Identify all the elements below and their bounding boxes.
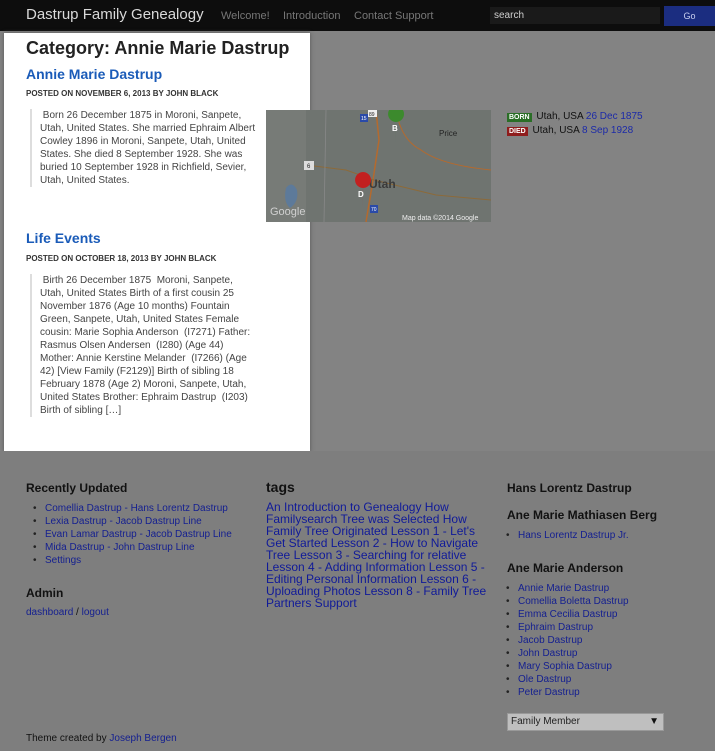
page-title: Category: Annie Marie Dastrup — [26, 38, 290, 58]
admin-separator: / — [76, 607, 79, 618]
tag-cloud[interactable]: An Introduction to Genealogy How Familys… — [266, 501, 494, 609]
list-item[interactable]: Ole Dastrup — [499, 673, 629, 686]
post-title-link[interactable]: Life Events — [26, 230, 101, 246]
post-excerpt: Birth 26 December 1875 Moroni, Sanpete, … — [30, 274, 256, 417]
list-item[interactable]: Settings — [26, 554, 232, 567]
select-value: Family Member — [511, 716, 580, 727]
admin-links: dashboard / logout — [26, 607, 109, 618]
family-list: Hans Lorentz Dastrup Jr. — [499, 529, 629, 542]
event-map[interactable]: 89 15 6 70 Price Utah B D Google Map dat… — [266, 110, 491, 222]
list-item[interactable]: Mary Sophia Dastrup — [499, 660, 629, 673]
search-go-button[interactable]: Go — [664, 6, 715, 26]
map-label-price: Price — [439, 129, 458, 138]
died-place: Utah, USA — [532, 125, 580, 136]
logout-link[interactable]: logout — [82, 607, 109, 618]
list-item[interactable]: Comellia Boletta Dastrup — [499, 595, 629, 608]
svg-text:89: 89 — [369, 112, 375, 118]
map-label-utah: Utah — [369, 177, 396, 191]
recently-updated-heading: Recently Updated — [26, 481, 128, 495]
google-logo: Google — [270, 206, 305, 218]
svg-text:15: 15 — [361, 116, 367, 122]
search-input[interactable]: search — [490, 7, 660, 24]
map-graphic: 89 15 6 70 Price Utah B D Google Map dat… — [266, 110, 491, 222]
list-item[interactable]: Comellia Dastrup - Hans Lorentz Dastrup — [26, 502, 232, 515]
born-badge: BORN — [507, 113, 532, 122]
died-badge: DIED — [507, 127, 528, 136]
post-title-link[interactable]: Annie Marie Dastrup — [26, 66, 162, 82]
list-item[interactable]: Ephraim Dastrup — [499, 621, 629, 634]
family-heading: Ane Marie Anderson — [507, 561, 624, 575]
dropdown-arrow-icon: ▼ — [649, 716, 659, 727]
family-heading: Ane Marie Mathiasen Berg — [507, 508, 658, 522]
dashboard-link[interactable]: dashboard — [26, 607, 73, 618]
post-meta: POSTED ON NOVEMBER 6, 2013 BY JOHN BLACK — [26, 89, 219, 98]
list-item[interactable]: Hans Lorentz Dastrup Jr. — [499, 529, 629, 542]
nav-contact-support[interactable]: Contact Support — [354, 10, 434, 22]
family-list: Annie Marie Dastrup Comellia Boletta Das… — [499, 582, 629, 699]
top-navigation-bar: Dastrup Family Genealogy Welcome! Introd… — [0, 0, 715, 31]
nav-introduction[interactable]: Introduction — [283, 10, 340, 22]
svg-text:70: 70 — [371, 207, 377, 213]
theme-credit: Theme created by Joseph Bergen — [26, 733, 177, 744]
died-event: DIED Utah, USA 8 Sep 1928 — [507, 125, 633, 136]
nav-welcome[interactable]: Welcome! — [221, 10, 270, 22]
credit-text: Theme created by — [26, 733, 107, 744]
list-item[interactable]: Jacob Dastrup — [499, 634, 629, 647]
theme-author-link[interactable]: Joseph Bergen — [109, 733, 176, 744]
list-item[interactable]: Lexia Dastrup - Jacob Dastrup Line — [26, 515, 232, 528]
recently-updated-list: Comellia Dastrup - Hans Lorentz Dastrup … — [26, 502, 232, 567]
list-item[interactable]: Peter Dastrup — [499, 686, 629, 699]
list-item[interactable]: John Dastrup — [499, 647, 629, 660]
tags-heading: tags — [266, 479, 295, 495]
svg-text:B: B — [392, 124, 398, 133]
family-heading: Hans Lorentz Dastrup — [507, 481, 632, 495]
post-meta: POSTED ON OCTOBER 18, 2013 BY JOHN BLACK — [26, 254, 217, 263]
list-item[interactable]: Annie Marie Dastrup — [499, 582, 629, 595]
list-item[interactable]: Mida Dastrup - John Dastrup Line — [26, 541, 232, 554]
svg-text:D: D — [358, 190, 364, 199]
map-attribution: Map data ©2014 Google — [402, 214, 478, 222]
born-date-link[interactable]: 26 Dec 1875 — [586, 111, 643, 122]
died-date-link[interactable]: 8 Sep 1928 — [582, 125, 633, 136]
list-item[interactable]: Evan Lamar Dastrup - Jacob Dastrup Line — [26, 528, 232, 541]
family-member-select[interactable]: Family Member ▼ — [507, 713, 664, 731]
list-item[interactable]: Emma Cecilia Dastrup — [499, 608, 629, 621]
born-event: BORN Utah, USA 26 Dec 1875 — [507, 111, 643, 122]
admin-heading: Admin — [26, 586, 64, 600]
post-excerpt: Born 26 December 1875 in Moroni, Sanpete… — [30, 109, 256, 187]
site-title[interactable]: Dastrup Family Genealogy — [26, 6, 204, 23]
born-place: Utah, USA — [536, 111, 584, 122]
